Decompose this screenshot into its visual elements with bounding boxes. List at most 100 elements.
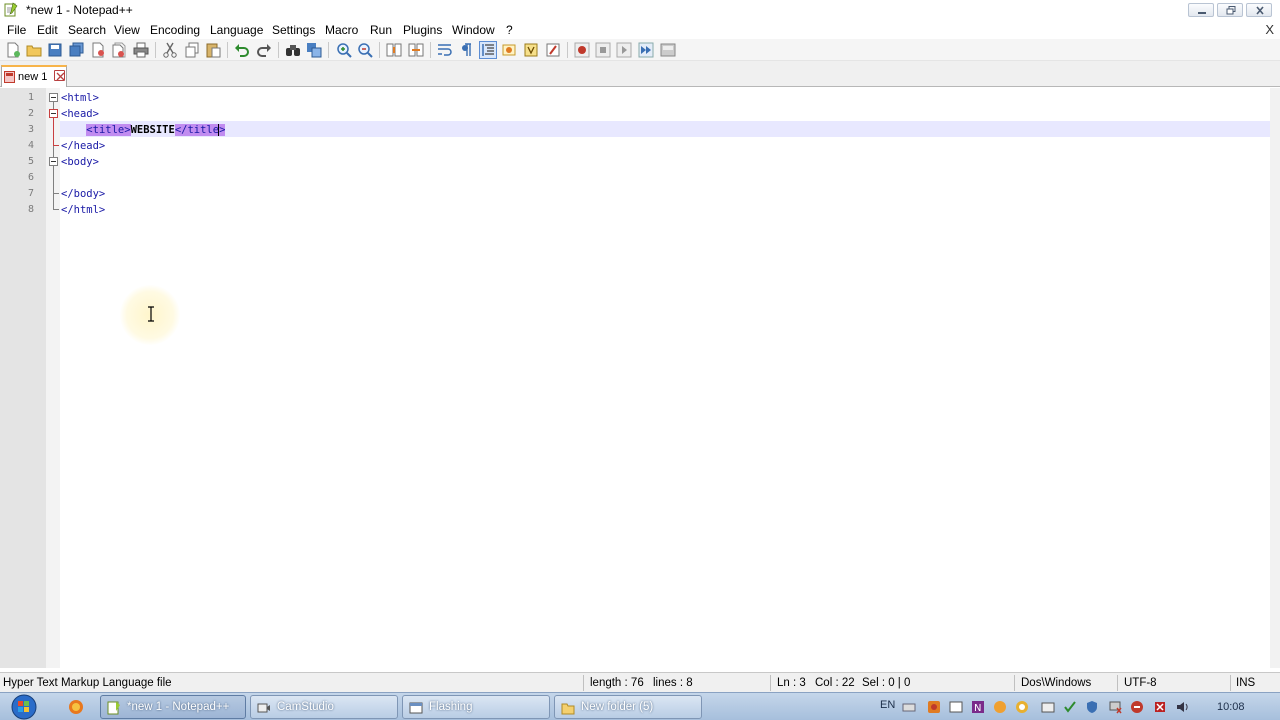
system-clock[interactable]: 10:08 bbox=[1217, 701, 1245, 713]
tab-close-button[interactable] bbox=[54, 70, 65, 81]
cut-button[interactable] bbox=[162, 42, 178, 58]
menu-encoding[interactable]: Encoding bbox=[150, 23, 200, 37]
redo-button[interactable] bbox=[256, 42, 272, 58]
run-macro-multiple-button[interactable] bbox=[638, 42, 654, 58]
tray-app-icon[interactable] bbox=[1015, 700, 1029, 714]
paste-button[interactable] bbox=[205, 42, 221, 58]
playback-macro-button[interactable] bbox=[616, 42, 632, 58]
security-red-icon[interactable] bbox=[1153, 700, 1167, 714]
fold-end-html bbox=[53, 209, 59, 210]
word-wrap-button[interactable] bbox=[437, 42, 453, 58]
menu-language[interactable]: Language bbox=[210, 23, 263, 37]
orange-app-icon[interactable] bbox=[993, 700, 1007, 714]
menu-file[interactable]: File bbox=[7, 23, 26, 37]
indent-guide-button[interactable] bbox=[479, 41, 497, 59]
shield-icon[interactable] bbox=[1085, 700, 1099, 714]
ibeam-cursor-icon bbox=[148, 306, 154, 322]
unsaved-file-icon bbox=[4, 71, 15, 83]
windows-taskbar: *new 1 - Notepad++ CamStudio Flashing Ne… bbox=[0, 692, 1280, 720]
close-all-button[interactable] bbox=[111, 42, 127, 58]
onenote-icon[interactable]: N bbox=[971, 700, 985, 714]
line-number: 1 bbox=[27, 92, 34, 103]
fold-toggle-html[interactable] bbox=[49, 93, 58, 102]
close-button[interactable] bbox=[90, 42, 106, 58]
user-language-icon bbox=[502, 44, 516, 56]
tray-window-icon[interactable] bbox=[1041, 700, 1055, 714]
fold-end-body bbox=[53, 193, 59, 194]
code-line: <body> bbox=[61, 156, 99, 168]
windows-start-icon[interactable] bbox=[6, 694, 42, 720]
menu-view[interactable]: View bbox=[114, 23, 140, 37]
close-window-button[interactable] bbox=[1246, 3, 1272, 17]
binoculars-icon bbox=[286, 45, 300, 56]
firefox-icon[interactable] bbox=[68, 699, 84, 715]
network-disconnected-icon[interactable] bbox=[1108, 700, 1122, 714]
taskbar-button-label: New folder (5) bbox=[581, 701, 654, 713]
record-icon[interactable] bbox=[927, 700, 941, 714]
code-line-current: <title>WEBSITE</title> bbox=[61, 124, 226, 136]
print-icon bbox=[133, 42, 149, 58]
antivirus-icon[interactable] bbox=[1130, 700, 1144, 714]
show-all-characters-button[interactable] bbox=[458, 42, 474, 58]
status-bar: Hyper Text Markup Language file length :… bbox=[0, 672, 1280, 692]
window-icon[interactable] bbox=[949, 700, 963, 714]
sync-vertical-button[interactable] bbox=[386, 42, 402, 58]
taskbar-button-camstudio[interactable]: CamStudio bbox=[250, 695, 398, 719]
folder-icon bbox=[561, 703, 575, 715]
menu-settings[interactable]: Settings bbox=[272, 23, 315, 37]
function-list-button[interactable] bbox=[545, 42, 561, 58]
notepad-icon bbox=[107, 701, 120, 715]
menu-help[interactable]: ? bbox=[506, 23, 513, 37]
keyboard-icon[interactable] bbox=[902, 700, 916, 714]
tag-match-highlight-open: <title> bbox=[86, 124, 131, 136]
tab-new-1[interactable]: new 1 bbox=[1, 65, 67, 87]
toolbar-separator bbox=[430, 42, 431, 58]
save-all-icon bbox=[69, 42, 84, 57]
status-encoding: UTF-8 bbox=[1124, 677, 1157, 689]
zoom-in-button[interactable] bbox=[336, 42, 352, 58]
menu-window[interactable]: Window bbox=[452, 23, 495, 37]
status-line-number: Ln : 3 bbox=[777, 677, 806, 689]
fold-toggle-body[interactable] bbox=[49, 157, 58, 166]
open-file-button[interactable] bbox=[26, 42, 42, 58]
input-language-indicator[interactable]: EN bbox=[880, 699, 895, 711]
zoom-out-button[interactable] bbox=[357, 42, 373, 58]
stop-recording-button[interactable] bbox=[595, 42, 611, 58]
toolbar-separator bbox=[567, 42, 568, 58]
close-document-button[interactable]: X bbox=[1265, 22, 1274, 37]
menu-macro[interactable]: Macro bbox=[325, 23, 358, 37]
text-editor[interactable]: 1 2 3 4 5 6 7 8 <html> <head> <title>WEB… bbox=[0, 88, 1280, 668]
network-check-icon[interactable] bbox=[1063, 700, 1077, 714]
find-button[interactable] bbox=[285, 42, 301, 58]
print-button[interactable] bbox=[133, 42, 149, 58]
save-all-button[interactable] bbox=[69, 42, 85, 58]
new-file-button[interactable] bbox=[5, 42, 21, 58]
save-macro-button[interactable] bbox=[660, 42, 676, 58]
menu-search[interactable]: Search bbox=[68, 23, 106, 37]
status-length: length : 76 bbox=[590, 677, 644, 689]
menu-edit[interactable]: Edit bbox=[37, 23, 58, 37]
taskbar-button-new-folder[interactable]: New folder (5) bbox=[554, 695, 702, 719]
minimize-icon bbox=[1198, 12, 1206, 14]
open-folder-icon bbox=[26, 45, 42, 57]
menu-run[interactable]: Run bbox=[370, 23, 392, 37]
volume-icon[interactable] bbox=[1175, 700, 1189, 714]
taskbar-button-notepad[interactable]: *new 1 - Notepad++ bbox=[100, 695, 246, 719]
vertical-scrollbar[interactable] bbox=[1270, 88, 1280, 668]
user-defined-language-button[interactable] bbox=[501, 42, 517, 58]
undo-button[interactable] bbox=[234, 42, 250, 58]
taskbar-button-flashing[interactable]: Flashing bbox=[402, 695, 550, 719]
sync-horizontal-button[interactable] bbox=[408, 42, 424, 58]
minimize-button[interactable] bbox=[1188, 3, 1214, 17]
menu-plugins[interactable]: Plugins bbox=[403, 23, 442, 37]
fold-toggle-head[interactable] bbox=[49, 109, 58, 118]
record-macro-button[interactable] bbox=[574, 42, 590, 58]
pilcrow-icon bbox=[462, 43, 471, 56]
doc-map-button[interactable] bbox=[523, 42, 539, 58]
copy-button[interactable] bbox=[184, 42, 200, 58]
restore-button[interactable] bbox=[1217, 3, 1243, 17]
toolbar-separator bbox=[278, 42, 279, 58]
replace-button[interactable] bbox=[306, 42, 322, 58]
save-button[interactable] bbox=[47, 42, 63, 58]
